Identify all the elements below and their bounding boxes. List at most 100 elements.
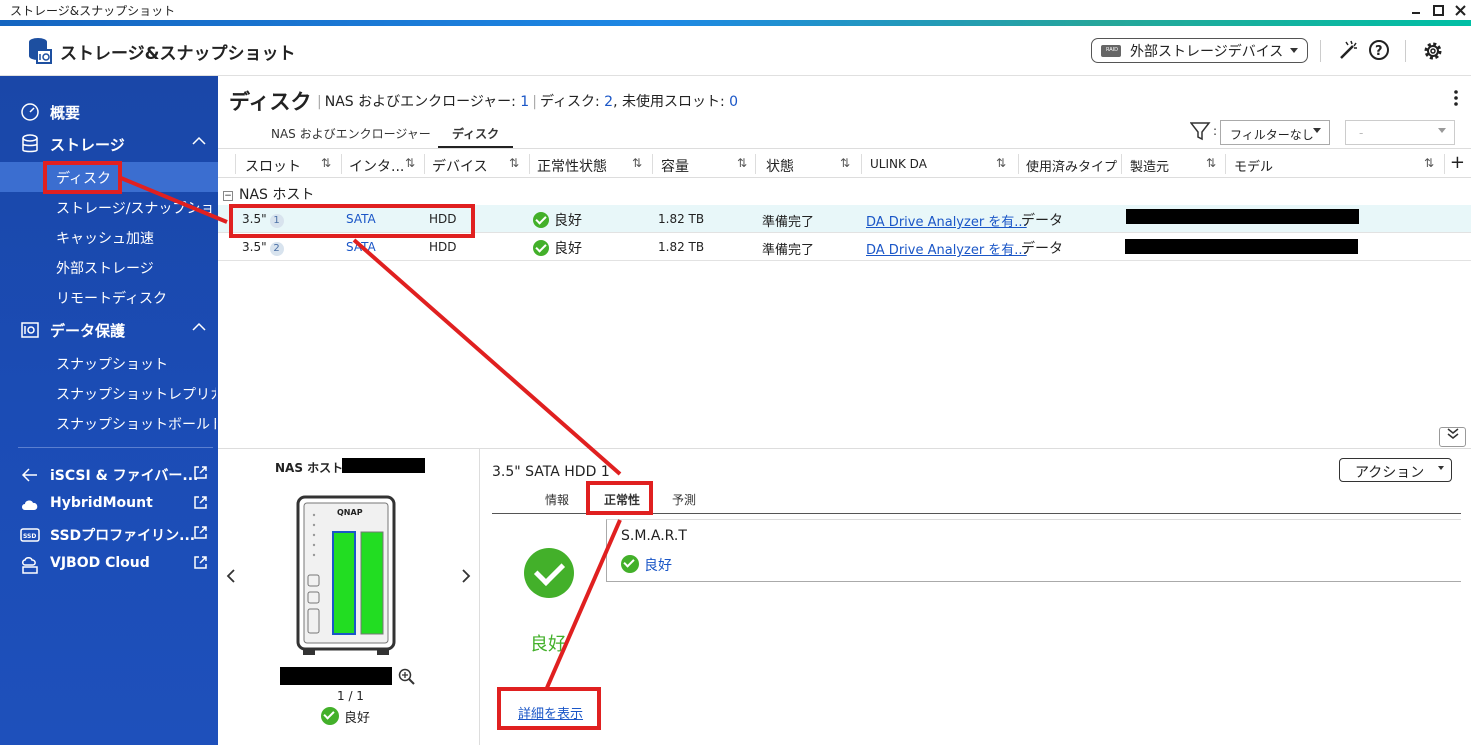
status-cell: 準備完了 xyxy=(762,215,815,230)
sort-icon[interactable]: ⇅ xyxy=(405,156,415,170)
check-circle-icon xyxy=(621,555,639,573)
health-cell: 良好 xyxy=(533,238,582,258)
sidebar-item-snapshot-vault[interactable]: スナップショットボールト xyxy=(0,414,218,434)
sidebar-remote-label: リモートディスク xyxy=(56,291,168,307)
sidebar-item-storage-snapshot[interactable]: ストレージ/スナップショ xyxy=(0,198,218,218)
tab-nas-enclosure[interactable]: NAS およびエンクロージャー xyxy=(271,125,431,142)
vjbod-cloud-icon xyxy=(22,557,38,574)
sort-icon[interactable]: ⇅ xyxy=(737,156,747,170)
external-link-icon xyxy=(194,496,207,509)
close-icon[interactable] xyxy=(1449,0,1471,20)
external-storage-button[interactable]: RAID 外部ストレージデバイス xyxy=(1091,38,1308,63)
help-icon[interactable]: ? xyxy=(1368,39,1390,65)
sidebar-link-ssd-profiling[interactable]: SSD SSDプロファイリン... xyxy=(0,525,218,545)
health-ok-icon xyxy=(524,548,574,598)
tab-disk[interactable]: ディスク xyxy=(438,125,514,148)
col-used-type[interactable]: 使用済みタイプ xyxy=(1026,156,1117,175)
chevron-left-icon[interactable] xyxy=(226,569,236,583)
sidebar-link-hybridmount[interactable]: HybridMount xyxy=(0,495,218,515)
sidebar-item-snapshot-replica[interactable]: スナップショットレプリカ xyxy=(0,384,218,404)
double-chevron-down-icon xyxy=(1447,428,1458,439)
sidebar-hybridmount-label: HybridMount xyxy=(50,495,153,511)
sidebar-iscsi-label: iSCSI & ファイバー... xyxy=(50,468,199,484)
col-ulink[interactable]: ULINK DA ⇅ xyxy=(870,156,1006,171)
tab-info[interactable]: 情報 xyxy=(545,491,569,508)
col-interface[interactable]: インタ... ⇅ xyxy=(349,156,415,176)
col-device[interactable]: デバイス ⇅ xyxy=(432,156,519,176)
snapshot-icon xyxy=(21,322,39,338)
sidebar-link-iscsi[interactable]: iSCSI & ファイバー... xyxy=(0,465,218,485)
pager-text: 1 / 1 xyxy=(337,689,364,703)
caret-down-icon xyxy=(1313,128,1321,133)
caret-down-icon xyxy=(1438,466,1444,470)
caret-down-icon xyxy=(1290,48,1298,53)
sidebar-link-vjbod-cloud[interactable]: VJBOD Cloud xyxy=(0,555,218,575)
sort-icon[interactable]: ⇅ xyxy=(840,156,850,170)
sidebar-item-external-storage[interactable]: 外部ストレージ xyxy=(0,258,218,278)
ssd-icon: SSD xyxy=(20,528,40,542)
maximize-icon[interactable] xyxy=(1427,0,1449,20)
sort-icon[interactable]: ⇅ xyxy=(321,156,331,170)
table-header: スロット ⇅ インタ... ⇅ デバイス ⇅ 正常性状態 ⇅ 容量 ⇅ 状態 ⇅ ULINK… xyxy=(218,148,1471,178)
sort-icon[interactable]: ⇅ xyxy=(1206,156,1216,170)
filter-value-select[interactable]: - xyxy=(1345,120,1455,145)
gear-icon[interactable] xyxy=(1421,39,1445,67)
unused-slot-label: , 未使用スロット: xyxy=(613,94,725,110)
more-options-icon[interactable] xyxy=(1453,90,1459,106)
action-label: アクション xyxy=(1355,465,1425,481)
sort-icon[interactable]: ⇅ xyxy=(509,156,519,170)
group-nas-host[interactable]: − NAS ホスト xyxy=(223,184,314,204)
sort-icon[interactable]: ⇅ xyxy=(1424,156,1434,170)
external-link-icon xyxy=(194,466,207,479)
app-title: ストレージ&スナップショット xyxy=(60,44,296,64)
magic-wand-icon[interactable] xyxy=(1337,39,1359,65)
device-cell: HDD xyxy=(429,240,457,254)
ulink-da-link[interactable]: DA Drive Analyzer を有... xyxy=(866,211,1027,230)
sidebar-item-storage[interactable]: ストレージ xyxy=(0,134,218,156)
sidebar-item-cache[interactable]: キャッシュ加速 xyxy=(0,228,218,248)
external-link-icon xyxy=(194,556,207,569)
device-panel: NAS ホスト QNAP 1 / 1 良好 xyxy=(218,449,480,745)
filter-icon[interactable]: : xyxy=(1190,120,1220,142)
disk-count: 2 xyxy=(604,94,614,110)
check-circle-icon xyxy=(533,240,549,256)
sidebar-item-data-protection[interactable]: データ保護 xyxy=(0,320,218,342)
action-dropdown[interactable]: アクション xyxy=(1339,458,1452,482)
chevron-right-icon[interactable] xyxy=(461,569,471,583)
tab-prediction[interactable]: 予測 xyxy=(672,491,696,508)
nas-device-illustration[interactable]: QNAP xyxy=(295,495,401,659)
minimize-icon[interactable] xyxy=(1405,0,1427,20)
collapse-group-icon[interactable]: − xyxy=(223,191,233,201)
capacity-cell: 1.82 TB xyxy=(658,240,705,254)
nas-count: 1 xyxy=(520,94,530,110)
zoom-in-icon[interactable] xyxy=(398,668,415,685)
col-manufacturer[interactable]: 製造元 ⇅ xyxy=(1130,156,1216,175)
sidebar-item-snapshot[interactable]: スナップショット xyxy=(0,354,218,374)
redacted-manufacturer xyxy=(1125,239,1358,254)
sidebar-item-remote-disk[interactable]: リモートディスク xyxy=(0,288,218,308)
col-health[interactable]: 正常性状態 ⇅ xyxy=(537,156,642,176)
collapse-panel-button[interactable] xyxy=(1439,427,1466,447)
status-cell: 準備完了 xyxy=(762,243,815,258)
annotation-box-disk-menu xyxy=(43,161,122,194)
sidebar-item-overview[interactable]: 概要 xyxy=(0,102,218,124)
col-capacity[interactable]: 容量 ⇅ xyxy=(661,156,747,176)
col-slot[interactable]: スロット ⇅ xyxy=(245,156,331,176)
col-status[interactable]: 状態 ⇅ xyxy=(766,156,850,176)
chevron-up-icon[interactable] xyxy=(192,136,206,146)
col-model[interactable]: モデル ⇅ xyxy=(1234,156,1434,175)
storage-app-icon xyxy=(25,36,53,68)
window-titlebar: ストレージ&スナップショット xyxy=(0,0,1471,20)
cloud-icon xyxy=(22,500,38,510)
chevron-up-icon[interactable] xyxy=(192,322,206,332)
sort-icon[interactable]: ⇅ xyxy=(996,156,1006,170)
filter-select[interactable]: フィルターなし xyxy=(1220,120,1330,145)
sort-icon[interactable]: ⇅ xyxy=(632,156,642,170)
redacted-manufacturer xyxy=(1126,209,1359,224)
gauge-icon xyxy=(21,103,39,121)
used-type-cell: データ xyxy=(1021,213,1063,229)
ulink-da-link[interactable]: DA Drive Analyzer を有... xyxy=(866,239,1027,258)
slot-size: 3.5" xyxy=(242,240,267,254)
add-column-icon[interactable]: + xyxy=(1450,152,1465,173)
filter-select-value: フィルターなし xyxy=(1230,128,1314,142)
